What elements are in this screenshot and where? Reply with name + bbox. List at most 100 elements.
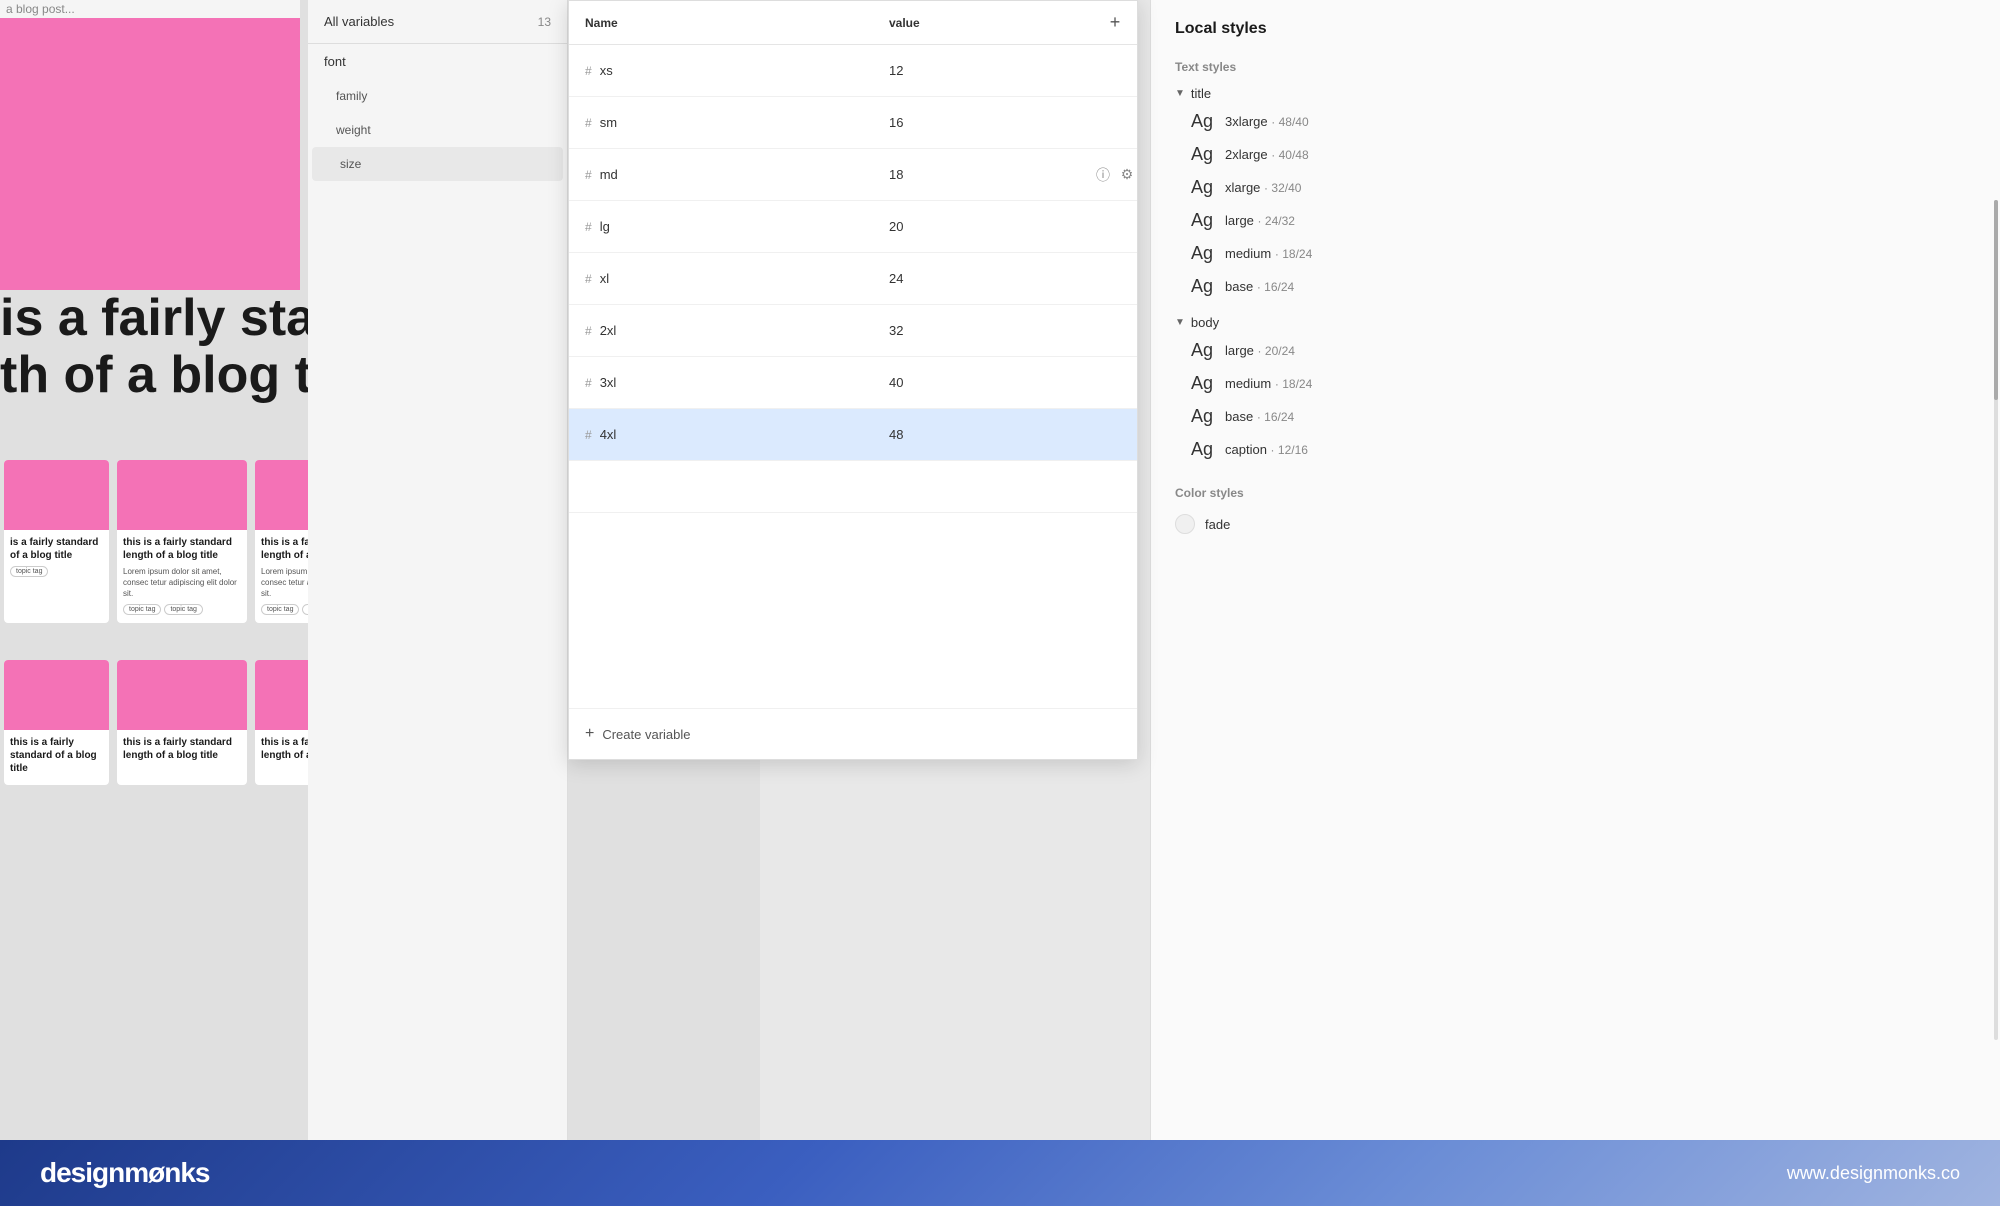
brand-url: www.designmonks.co bbox=[1787, 1163, 1960, 1184]
right-panel: Local styles Text styles ▼ title Ag 3xla… bbox=[1150, 0, 2000, 1140]
style-label: xlarge · 32/40 bbox=[1225, 180, 1301, 195]
scrollbar-thumb[interactable] bbox=[1994, 200, 1998, 400]
info-icon[interactable]: ⓘ bbox=[1093, 165, 1113, 185]
ag-preview: Ag bbox=[1191, 276, 1215, 297]
row-value: 32 bbox=[873, 323, 1093, 338]
left-panel-item-family[interactable]: family bbox=[308, 79, 567, 113]
body-section-label: body bbox=[1191, 315, 1219, 330]
hash-icon: # bbox=[585, 428, 592, 442]
style-size: · 24/32 bbox=[1258, 214, 1295, 228]
create-variable-button[interactable]: + Create variable bbox=[569, 708, 1137, 759]
blog-post-label: a blog post... bbox=[0, 0, 300, 18]
left-panel-item-font[interactable]: font bbox=[308, 44, 567, 79]
style-item-2xlarge[interactable]: Ag 2xlarge · 40/48 bbox=[1151, 138, 2000, 171]
scrollbar[interactable] bbox=[1994, 200, 1998, 1040]
table-row[interactable]: # 2xl 32 bbox=[569, 305, 1137, 357]
tag: topic tag bbox=[261, 604, 299, 615]
left-panel: All variables 13 font family weight size bbox=[308, 0, 568, 1140]
tag: topic tag bbox=[10, 566, 48, 577]
style-item-base[interactable]: Ag base · 16/24 bbox=[1151, 270, 2000, 303]
left-panel-item-size[interactable]: size bbox=[312, 147, 563, 181]
tag: topic tag bbox=[123, 604, 161, 615]
style-item-body-base[interactable]: Ag base · 16/24 bbox=[1151, 400, 2000, 433]
add-variable-button[interactable]: + bbox=[1093, 9, 1137, 37]
variables-count: 13 bbox=[538, 15, 551, 29]
color-style-fade[interactable]: fade bbox=[1151, 508, 2000, 540]
card-title: this is a fairly standard length of a bl… bbox=[123, 536, 241, 562]
style-size: · 40/48 bbox=[1271, 148, 1308, 162]
style-item-caption[interactable]: Ag caption · 12/16 bbox=[1151, 433, 2000, 466]
table-row[interactable]: # 4xl 48 bbox=[569, 409, 1137, 461]
hash-icon: # bbox=[585, 324, 592, 338]
card-title: this is a fairly standard of a blog titl… bbox=[10, 736, 103, 775]
bottom-bar: designmønks www.designmonks.co bbox=[0, 1140, 2000, 1206]
var-name-xl: xl bbox=[600, 271, 609, 286]
style-item-3xlarge[interactable]: Ag 3xlarge · 48/40 bbox=[1151, 105, 2000, 138]
var-name-lg: lg bbox=[600, 219, 610, 234]
text-styles-header: Text styles bbox=[1151, 48, 2000, 82]
table-row[interactable]: # lg 20 bbox=[569, 201, 1137, 253]
card-desc: Lorem ipsum dolor sit amet, consec tetur… bbox=[123, 566, 241, 600]
hash-icon: # bbox=[585, 220, 592, 234]
tag-row: topic tag topic tag bbox=[123, 604, 241, 615]
brand-name: designmønks bbox=[40, 1157, 209, 1189]
var-name-2xl: 2xl bbox=[600, 323, 617, 338]
style-size: · 32/40 bbox=[1264, 181, 1301, 195]
var-name-md: md bbox=[600, 167, 618, 182]
row-value: 20 bbox=[873, 219, 1093, 234]
table-header: Name value + bbox=[569, 1, 1137, 45]
style-label: caption · 12/16 bbox=[1225, 442, 1308, 457]
var-name-4xl: 4xl bbox=[600, 427, 617, 442]
body-section-toggle[interactable]: ▼ body bbox=[1151, 311, 2000, 334]
left-panel-item-weight[interactable]: weight bbox=[308, 113, 567, 147]
table-row[interactable]: # sm 16 bbox=[569, 97, 1137, 149]
style-item-xlarge[interactable]: Ag xlarge · 32/40 bbox=[1151, 171, 2000, 204]
row-name: # 3xl bbox=[569, 375, 873, 390]
table-row[interactable]: # 3xl 40 bbox=[569, 357, 1137, 409]
style-item-large[interactable]: Ag large · 24/32 bbox=[1151, 204, 2000, 237]
color-swatch bbox=[1175, 514, 1195, 534]
row-actions[interactable]: ⓘ ⚙ bbox=[1093, 165, 1137, 185]
style-item-body-large[interactable]: Ag large · 20/24 bbox=[1151, 334, 2000, 367]
pink-block-top: a blog post... bbox=[0, 0, 300, 290]
card-image bbox=[117, 460, 247, 530]
row-value: 16 bbox=[873, 115, 1093, 130]
card-title: this is a fairly standard length of a bl… bbox=[123, 736, 241, 762]
style-size: · 48/40 bbox=[1271, 115, 1308, 129]
style-label: 3xlarge · 48/40 bbox=[1225, 114, 1309, 129]
ag-preview: Ag bbox=[1191, 373, 1215, 394]
row-name: # xl bbox=[569, 271, 873, 286]
blog-card: this is a fairly standard length of a bl… bbox=[117, 660, 247, 785]
style-label: medium · 18/24 bbox=[1225, 376, 1312, 391]
style-label: medium · 18/24 bbox=[1225, 246, 1312, 261]
card-body: this is a fairly standard length of a bl… bbox=[117, 730, 247, 772]
plus-icon[interactable]: + bbox=[1101, 9, 1129, 37]
row-name: # lg bbox=[569, 219, 873, 234]
ag-preview: Ag bbox=[1191, 243, 1215, 264]
col-name-header: Name bbox=[569, 16, 873, 30]
ag-preview: Ag bbox=[1191, 439, 1215, 460]
table-row[interactable]: # md 18 ⓘ ⚙ bbox=[569, 149, 1137, 201]
table-row[interactable]: # xs 12 bbox=[569, 45, 1137, 97]
tag: topic tag bbox=[164, 604, 202, 615]
row-name: # 4xl bbox=[569, 427, 873, 442]
settings-icon[interactable]: ⚙ bbox=[1117, 165, 1137, 185]
var-name-3xl: 3xl bbox=[600, 375, 617, 390]
style-size: · 20/24 bbox=[1258, 344, 1295, 358]
title-section-label: title bbox=[1191, 86, 1211, 101]
row-name: # 2xl bbox=[569, 323, 873, 338]
table-row[interactable]: # xl 24 bbox=[569, 253, 1137, 305]
row-value: 40 bbox=[873, 375, 1093, 390]
empty-row bbox=[569, 461, 1137, 513]
card-body: this is a fairly standard length of a bl… bbox=[117, 530, 247, 621]
ag-preview: Ag bbox=[1191, 406, 1215, 427]
style-item-medium[interactable]: Ag medium · 18/24 bbox=[1151, 237, 2000, 270]
blog-card: this is a fairly standard of a blog titl… bbox=[4, 660, 109, 785]
card-body: is a fairly standard of a blog title top… bbox=[4, 530, 109, 583]
card-title: is a fairly standard of a blog title bbox=[10, 536, 103, 562]
ag-preview: Ag bbox=[1191, 340, 1215, 361]
card-body: this is a fairly standard of a blog titl… bbox=[4, 730, 109, 785]
style-item-body-medium[interactable]: Ag medium · 18/24 bbox=[1151, 367, 2000, 400]
title-section-toggle[interactable]: ▼ title bbox=[1151, 82, 2000, 105]
style-label: large · 24/32 bbox=[1225, 213, 1295, 228]
